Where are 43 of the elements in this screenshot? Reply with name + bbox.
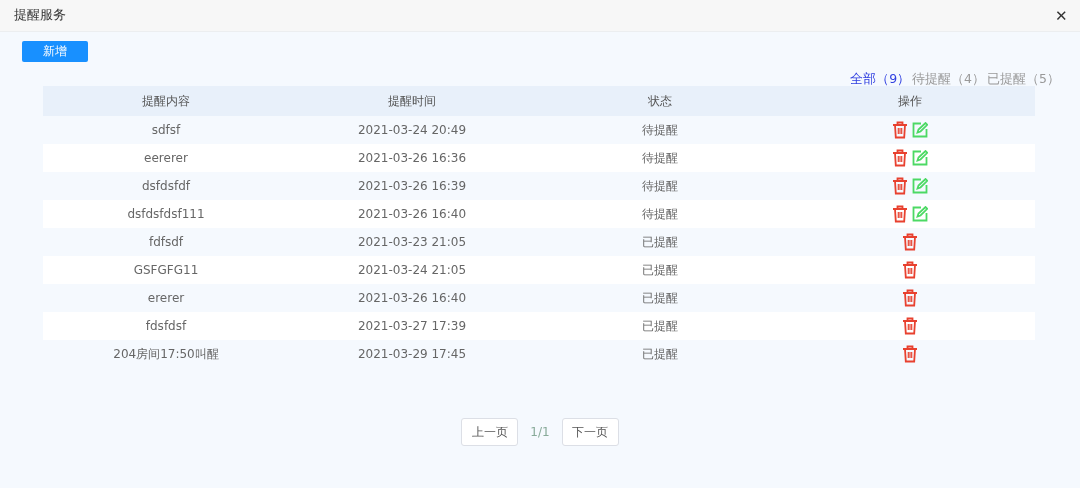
trash-icon[interactable] (892, 121, 908, 139)
table-cell: 2021-03-26 16:39 (289, 172, 535, 200)
table-cell: 2021-03-23 21:05 (289, 228, 535, 256)
table-cell: sdfsf (43, 116, 289, 144)
trash-icon[interactable] (892, 149, 908, 167)
column-header: 提醒内容 (43, 86, 289, 116)
table-cell: 已提醒 (535, 228, 785, 256)
trash-icon[interactable] (892, 205, 908, 223)
table-cell: 2021-03-24 20:49 (289, 116, 535, 144)
close-button[interactable]: ✕ (1051, 6, 1072, 25)
table-cell: ererer (43, 284, 289, 312)
table-cell: 已提醒 (535, 284, 785, 312)
table-cell: 待提醒 (535, 116, 785, 144)
table-cell: 2021-03-24 21:05 (289, 256, 535, 284)
trash-icon[interactable] (902, 345, 918, 363)
table-cell: eererer (43, 144, 289, 172)
table-cell: 2021-03-27 17:39 (289, 312, 535, 340)
table-cell: fdfsdf (43, 228, 289, 256)
prev-page-button[interactable]: 上一页 (461, 418, 519, 446)
column-header: 操作 (785, 86, 1035, 116)
trash-icon[interactable] (892, 177, 908, 195)
table-cell: dsfdsfdf (43, 172, 289, 200)
table-cell: 已提醒 (535, 256, 785, 284)
table-cell: 2021-03-26 16:40 (289, 200, 535, 228)
column-header: 提醒时间 (289, 86, 535, 116)
table-cell: 待提醒 (535, 200, 785, 228)
table-cell: 待提醒 (535, 172, 785, 200)
next-page-button[interactable]: 下一页 (561, 418, 619, 446)
table-cell: fdsfdsf (43, 312, 289, 340)
table-cell: 2021-03-26 16:40 (289, 284, 535, 312)
table-cell: GSFGFG11 (43, 256, 289, 284)
trash-icon[interactable] (902, 261, 918, 279)
trash-icon[interactable] (902, 289, 918, 307)
column-header: 状态 (535, 86, 785, 116)
table-cell: 待提醒 (535, 144, 785, 172)
trash-icon[interactable] (902, 317, 918, 335)
trash-icon[interactable] (902, 233, 918, 251)
filter-tab[interactable]: 全部（9） (850, 71, 911, 84)
table-cell: 已提醒 (535, 312, 785, 340)
table-cell: 2021-03-26 16:36 (289, 144, 535, 172)
table-cell: dsfdsfdsf111 (43, 200, 289, 228)
page-indicator: 1/1 (530, 425, 550, 439)
window-title: 提醒服务 (14, 7, 66, 24)
